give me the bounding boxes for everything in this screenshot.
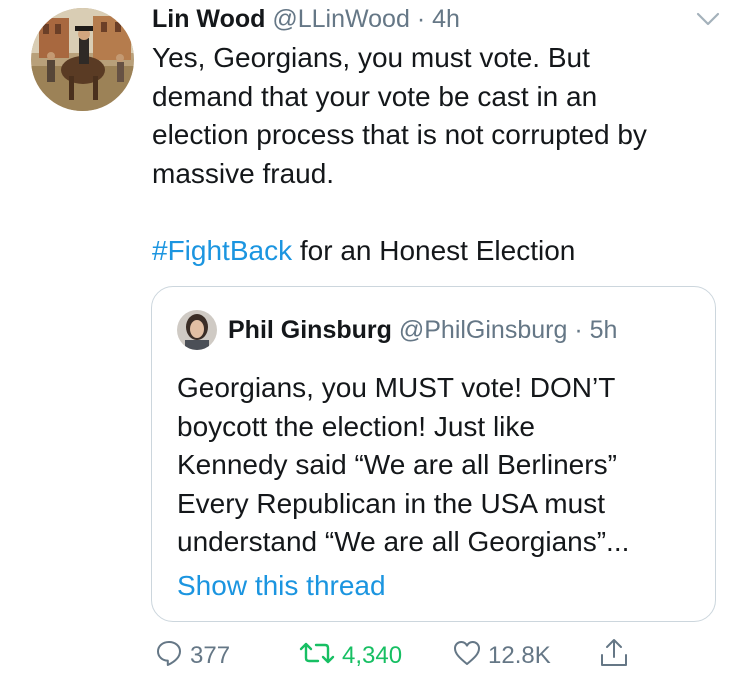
reply-button[interactable]: 377 (154, 638, 230, 674)
share-icon (598, 637, 636, 676)
hashtag-link[interactable]: #FightBack (152, 235, 292, 266)
quoted-text-line: understand “We are all Georgians”... (177, 526, 630, 557)
tweet-text-line: demand that your vote be cast in an (152, 80, 598, 112)
share-button[interactable] (598, 638, 636, 674)
retweet-icon (298, 638, 342, 675)
tweet[interactable]: Lin Wood @LLinWood · 4h Yes, Georgians, … (0, 0, 750, 682)
author-name[interactable]: Lin Wood (152, 5, 265, 33)
hashtag-suffix: for an Honest Election (292, 234, 576, 266)
chevron-down-icon[interactable] (695, 9, 721, 29)
show-thread-link[interactable]: Show this thread (177, 569, 386, 603)
like-count: 12.8K (488, 642, 551, 669)
quoted-header: Phil Ginsburg @PhilGinsburg · 5h (228, 315, 617, 345)
tweet-text-line: Yes, Georgians, you must vote. But (152, 42, 590, 73)
quoted-author-name[interactable]: Phil Ginsburg (228, 316, 392, 344)
reply-icon (154, 638, 190, 675)
quoted-timestamp[interactable]: 5h (590, 316, 618, 344)
tweet-text-line: #FightBack for an Honest Election (152, 232, 732, 271)
quoted-tweet[interactable]: Phil Ginsburg @PhilGinsburg · 5h Georgia… (151, 286, 716, 622)
quoted-header-separator: · (574, 316, 583, 344)
author-handle[interactable]: @LLinWood (272, 5, 410, 33)
retweet-count: 4,340 (342, 642, 403, 669)
like-button[interactable]: 12.8K (452, 638, 551, 674)
quoted-text: Georgians, you MUST vote! DON’T boycott … (177, 369, 697, 562)
tweet-actions: 377 4,340 12.8K (0, 638, 750, 678)
tweet-text-line: massive fraud. (152, 157, 335, 189)
tweet-header: Lin Wood @LLinWood · 4h (152, 5, 460, 33)
retweet-button[interactable]: 4,340 (298, 638, 402, 674)
quoted-author-handle[interactable]: @PhilGinsburg (399, 316, 568, 344)
author-avatar[interactable] (31, 8, 134, 111)
tweet-text: Yes, Georgians, you must vote. But deman… (152, 39, 732, 270)
quoted-text-line: Kennedy said “We are all Berliners” (177, 449, 617, 480)
quoted-text-line: Georgians, you MUST vote! DON’T (177, 372, 616, 403)
quoted-text-line: boycott the election! Just like (177, 410, 535, 442)
heart-icon (452, 638, 488, 675)
tweet-text-line: election process that is not corrupted b… (152, 119, 647, 150)
tweet-timestamp[interactable]: 4h (432, 5, 460, 33)
header-separator: · (416, 5, 426, 33)
reply-count: 377 (190, 642, 231, 669)
quoted-author-avatar[interactable] (177, 310, 217, 350)
quoted-text-line: Every Republican in the USA must (177, 487, 605, 519)
